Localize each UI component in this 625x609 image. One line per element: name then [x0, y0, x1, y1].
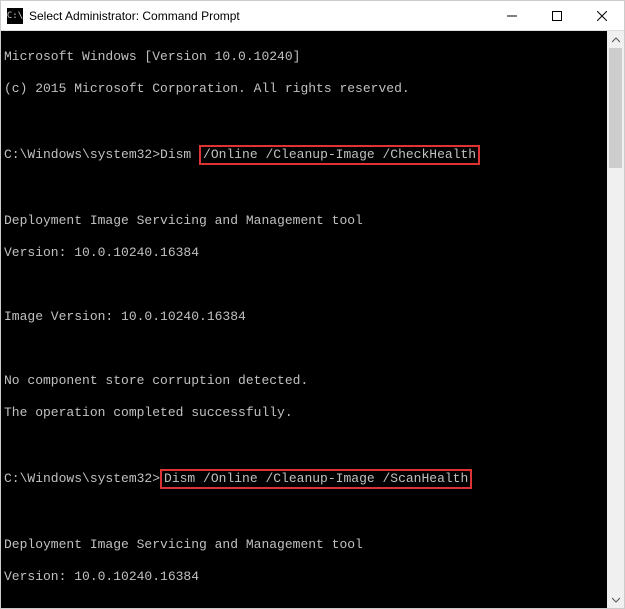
- prompt-text: C:\Windows\system32>Dism: [4, 147, 199, 163]
- cmd-icon: C:\: [7, 8, 23, 24]
- close-icon: [597, 11, 607, 21]
- output-line: (c) 2015 Microsoft Corporation. All righ…: [4, 81, 604, 97]
- output-line: The operation completed successfully.: [4, 405, 604, 421]
- maximize-button[interactable]: [534, 1, 579, 30]
- output-blank: [4, 601, 604, 608]
- output-line: Image Version: 10.0.10240.16384: [4, 309, 604, 325]
- highlighted-command: /Online /Cleanup-Image /CheckHealth: [199, 145, 480, 165]
- output-blank: [4, 341, 604, 357]
- command-prompt-window: C:\ Select Administrator: Command Prompt…: [0, 0, 625, 609]
- window-title: Select Administrator: Command Prompt: [29, 9, 489, 23]
- chevron-up-icon: [612, 36, 620, 44]
- maximize-icon: [552, 11, 562, 21]
- scroll-down-button[interactable]: [607, 591, 624, 608]
- output-line: Deployment Image Servicing and Managemen…: [4, 537, 604, 553]
- output-blank: [4, 181, 604, 197]
- scroll-up-button[interactable]: [607, 31, 624, 48]
- output-blank: [4, 505, 604, 521]
- output-blank: [4, 113, 604, 129]
- scrollbar-thumb[interactable]: [609, 48, 622, 168]
- close-button[interactable]: [579, 1, 624, 30]
- output-line: Deployment Image Servicing and Managemen…: [4, 213, 604, 229]
- highlighted-command: Dism /Online /Cleanup-Image /ScanHealth: [160, 469, 472, 489]
- chevron-down-icon: [612, 596, 620, 604]
- output-line: Microsoft Windows [Version 10.0.10240]: [4, 49, 604, 65]
- output-blank: [4, 277, 604, 293]
- titlebar[interactable]: C:\ Select Administrator: Command Prompt: [1, 1, 624, 31]
- output-line: Version: 10.0.10240.16384: [4, 245, 604, 261]
- terminal-area: Microsoft Windows [Version 10.0.10240] (…: [1, 31, 624, 608]
- vertical-scrollbar[interactable]: [607, 31, 624, 608]
- output-blank: [4, 437, 604, 453]
- minimize-button[interactable]: [489, 1, 534, 30]
- prompt-text: C:\Windows\system32>: [4, 471, 160, 487]
- terminal-output[interactable]: Microsoft Windows [Version 10.0.10240] (…: [1, 31, 607, 608]
- output-line: Version: 10.0.10240.16384: [4, 569, 604, 585]
- output-line: No component store corruption detected.: [4, 373, 604, 389]
- window-controls: [489, 1, 624, 30]
- command-line: C:\Windows\system32>Dism /Online /Cleanu…: [4, 145, 604, 165]
- command-line: C:\Windows\system32>Dism /Online /Cleanu…: [4, 469, 604, 489]
- minimize-icon: [507, 11, 517, 21]
